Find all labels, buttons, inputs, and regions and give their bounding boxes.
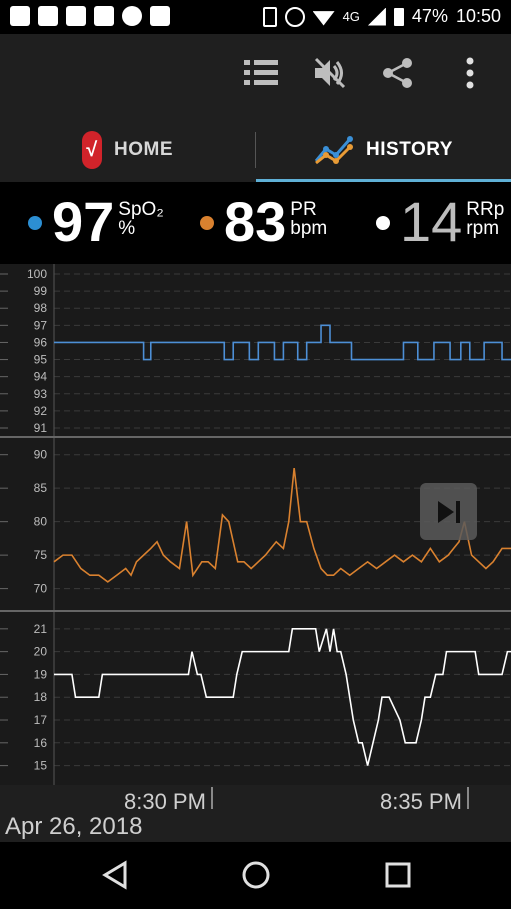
chart-tick-label: 18 — [34, 690, 48, 704]
chart-tick-label: 92 — [34, 404, 48, 418]
home-logo-icon: √ — [82, 131, 102, 169]
pr-unit: PR bpm — [290, 200, 327, 238]
chart-tick-label: 70 — [34, 582, 48, 596]
rrp-dot — [376, 216, 390, 230]
system-status: 4G 47% 10:50 — [262, 6, 501, 27]
notification-icon — [10, 6, 30, 26]
tab-history[interactable]: HISTORY — [256, 118, 511, 182]
list-icon[interactable] — [243, 55, 279, 91]
spo2-value: 97 — [52, 190, 115, 253]
notification-icons — [10, 6, 170, 26]
play-next-button[interactable] — [420, 483, 477, 540]
spo2-dot — [28, 216, 42, 230]
time-tick-2-mark — [467, 787, 469, 809]
chart-tick-label: 90 — [34, 448, 48, 462]
spo2-unit-top: SpO₂ — [118, 199, 164, 220]
time-axis: 8:30 PM 8:35 PM Apr 26, 2018 — [0, 785, 511, 842]
history-charts[interactable]: 100 99 98 97 96 95 94 93 92 91 90 85 80 75 70 21 20 19 18 1… — [0, 264, 511, 785]
chart-tick-label: 19 — [34, 667, 48, 681]
spo2-unit: SpO₂ % — [118, 200, 163, 238]
tab-bar: √ HOME HISTORY — [0, 118, 511, 182]
clock: 10:50 — [455, 6, 501, 26]
chart-tick-label: 100 — [27, 267, 47, 281]
chart-tick-label: 21 — [34, 622, 48, 636]
chart-panel-bg — [0, 612, 511, 785]
home-nav-icon[interactable] — [238, 857, 274, 893]
vitals-panel: 97 SpO₂ % 83 PR bpm 14 RRp rpm — [0, 182, 511, 264]
wifi-icon — [312, 11, 335, 26]
vital-pr: 83 PR bpm — [200, 190, 327, 254]
pr-unit-bottom: bpm — [290, 218, 328, 239]
tab-history-label: HISTORY — [366, 139, 453, 160]
spo2-unit-bottom: % — [118, 218, 136, 239]
app-bar — [0, 34, 511, 118]
chart-tick-label: 85 — [34, 481, 48, 495]
recents-icon[interactable] — [380, 857, 416, 893]
tab-home[interactable]: √ HOME — [0, 118, 255, 182]
network-label: 4G — [342, 9, 360, 24]
facebook-icon — [66, 6, 86, 26]
mute-icon[interactable] — [312, 55, 348, 91]
chart-tick-label: 96 — [34, 335, 48, 349]
navigation-bar — [0, 842, 511, 909]
chart-tick-label: 97 — [34, 318, 48, 332]
vital-rrp: 14 RRp rpm — [376, 190, 504, 254]
chart-tick-label: 99 — [34, 284, 48, 298]
battery-percent: 47% — [411, 6, 448, 26]
chart-tick-label: 75 — [34, 548, 48, 562]
pr-dot — [200, 216, 214, 230]
time-tick-2: 8:35 PM — [380, 789, 462, 814]
chart-tick-label: 91 — [34, 421, 48, 435]
settings-icon — [122, 6, 142, 26]
chart-tick-label: 15 — [34, 759, 48, 773]
bluetooth-icon — [262, 6, 277, 27]
vital-spo2: 97 SpO₂ % — [28, 190, 164, 254]
mail-icon — [150, 6, 170, 26]
battery-icon — [393, 7, 404, 26]
chart-tick-label: 20 — [34, 645, 48, 659]
chart-tick-label: 93 — [34, 387, 48, 401]
chart-tick-label: 80 — [34, 515, 48, 529]
rrp-unit-top: RRp — [466, 199, 505, 220]
rrp-unit-bottom: rpm — [466, 218, 500, 239]
back-icon[interactable] — [97, 857, 133, 893]
chart-tick-label: 17 — [34, 713, 48, 727]
share-icon[interactable] — [380, 55, 416, 91]
tab-home-label: HOME — [114, 139, 173, 160]
pr-unit-top: PR — [290, 199, 317, 220]
chart-tick-label: 16 — [34, 736, 48, 750]
signal-icon — [367, 7, 386, 26]
facebook-icon — [38, 6, 58, 26]
history-chart-icon — [314, 136, 354, 165]
pr-value: 83 — [224, 190, 287, 253]
history-date: Apr 26, 2018 — [5, 813, 143, 840]
id-icon — [94, 6, 114, 26]
time-tick-1-mark — [211, 787, 213, 809]
time-tick-1: 8:30 PM — [124, 789, 206, 814]
alarm-icon — [284, 6, 305, 27]
status-bar: 4G 47% 10:50 — [0, 0, 511, 34]
chart-tick-label: 98 — [34, 301, 48, 315]
chart-tick-label: 94 — [34, 370, 48, 384]
rrp-value: 14 — [400, 190, 463, 253]
more-vert-icon[interactable] — [452, 55, 488, 91]
skip-next-icon — [437, 500, 460, 523]
chart-tick-label: 95 — [34, 353, 48, 367]
rrp-unit: RRp rpm — [466, 200, 504, 238]
